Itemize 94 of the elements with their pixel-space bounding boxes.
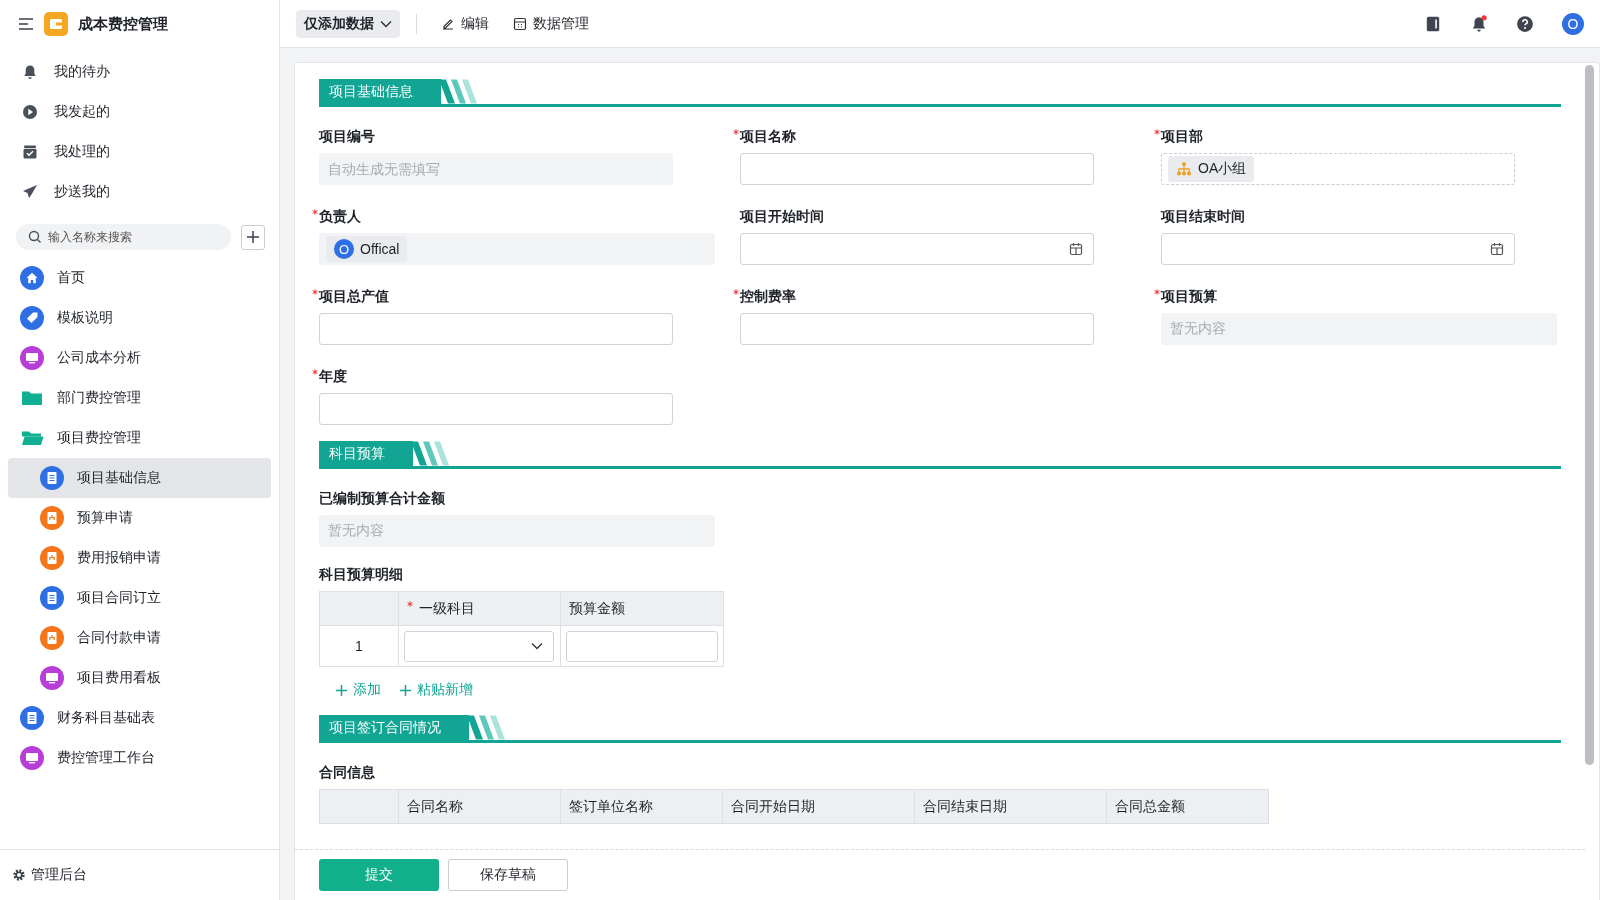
add-button[interactable] [241, 224, 265, 250]
department-field[interactable]: OA小组 [1161, 153, 1515, 185]
tree-item[interactable]: 项目费控管理 [8, 418, 271, 458]
nav-item[interactable]: 我发起的 [0, 92, 279, 132]
input-field[interactable] [740, 313, 1094, 345]
org-chart-icon [1176, 161, 1192, 177]
field-label: 控制费率 [740, 287, 796, 305]
calendar-icon [1069, 242, 1083, 256]
calendar-icon [1490, 242, 1504, 256]
tree-item[interactable]: 费用报销申请 [8, 538, 271, 578]
column-header: 合同开始日期 [731, 797, 815, 814]
edit-button[interactable]: 编辑 [433, 14, 497, 33]
column-header: 合同名称 [407, 797, 463, 814]
flow-icon [40, 626, 64, 650]
app-title: 成本费控管理 [78, 14, 168, 34]
doc-icon [40, 586, 64, 610]
field-label: 项目结束时间 [1161, 207, 1245, 225]
data-manage-button[interactable]: 数据管理 [505, 14, 597, 33]
pencil-icon [441, 16, 455, 31]
admin-link[interactable]: 管理后台 [12, 866, 87, 884]
column-header: 一级科目 [419, 599, 475, 616]
field-label: 年度 [319, 367, 347, 385]
column-header: 合同总金额 [1115, 797, 1185, 814]
search-field[interactable]: 输入名称来搜索 [16, 224, 231, 250]
screen-icon [20, 346, 44, 370]
field-label: 项目开始时间 [740, 207, 824, 225]
department-chip[interactable]: OA小组 [1168, 156, 1255, 182]
search-icon [28, 230, 42, 244]
mode-dropdown[interactable]: 仅添加数据 [296, 9, 400, 38]
tree-item[interactable]: 费控管理工作台 [8, 738, 271, 778]
input-field[interactable] [566, 630, 718, 662]
tree-item[interactable]: 项目基础信息 [8, 458, 271, 498]
row-number: 1 [319, 625, 399, 667]
display-field: 暂无内容 [1161, 313, 1557, 345]
checked-box-icon [22, 144, 38, 160]
field-label: 项目总产值 [319, 287, 389, 305]
gear-icon [12, 868, 26, 882]
field-label: 负责人 [319, 207, 361, 225]
column-header: 预算金额 [569, 599, 625, 616]
tree-item[interactable]: 合同付款申请 [8, 618, 271, 658]
plus-icon [399, 683, 412, 697]
caret-icon [531, 642, 543, 650]
display-field: 暂无内容 [319, 515, 715, 547]
table-icon [513, 16, 527, 31]
table-label: 合同信息 [319, 763, 376, 781]
date-field[interactable] [740, 233, 1094, 265]
table-label: 科目预算明细 [319, 565, 404, 583]
screen-icon [40, 666, 64, 690]
member-field[interactable]: O Offical [319, 233, 715, 265]
scrollbar-thumb[interactable] [1585, 65, 1594, 765]
tree-item[interactable]: 首页 [8, 258, 271, 298]
help-icon[interactable] [1516, 14, 1534, 33]
plus-icon [335, 683, 348, 697]
field-label: 项目名称 [740, 127, 796, 145]
column-header: 合同结束日期 [923, 797, 1007, 814]
caret-icon [380, 19, 392, 28]
select-field[interactable] [404, 630, 554, 662]
tree-item[interactable]: 项目合同订立 [8, 578, 271, 618]
tree-item[interactable]: 公司成本分析 [8, 338, 271, 378]
column-header: 签订单位名称 [569, 797, 653, 814]
plus-icon [246, 230, 260, 244]
nav-item[interactable]: 我处理的 [0, 132, 279, 172]
nav-item[interactable]: 我的待办 [0, 52, 279, 92]
tree-item[interactable]: 项目费用看板 [8, 658, 271, 698]
notebook-icon[interactable] [1424, 14, 1442, 33]
input-field[interactable] [319, 313, 673, 345]
user-avatar[interactable]: O [1562, 12, 1584, 35]
screen-icon [20, 746, 44, 770]
member-chip[interactable]: O Offical [326, 236, 408, 262]
wallet-icon [44, 12, 68, 36]
menu-icon[interactable] [18, 17, 34, 31]
date-field[interactable] [1161, 233, 1515, 265]
flow-icon [40, 546, 64, 570]
save-draft-button[interactable]: 保存草稿 [448, 859, 568, 891]
bell-icon [22, 64, 38, 80]
doc-icon [20, 706, 44, 730]
input-field[interactable] [740, 153, 1094, 185]
flow-icon [40, 506, 64, 530]
field-label: 项目编号 [319, 127, 375, 145]
doc-icon [40, 466, 64, 490]
field-label: 项目部 [1161, 127, 1203, 145]
tree-item[interactable]: 财务科目基础表 [8, 698, 271, 738]
input-field[interactable] [319, 393, 673, 425]
field-label: 项目预算 [1161, 287, 1217, 305]
home-icon [20, 266, 44, 290]
tag-icon [20, 306, 44, 330]
tree-item[interactable]: 部门费控管理 [8, 378, 271, 418]
tree-item[interactable]: 模板说明 [8, 298, 271, 338]
play-icon [22, 104, 38, 120]
nav-item[interactable]: 抄送我的 [0, 172, 279, 212]
field-label: 已编制预算合计金额 [319, 489, 445, 507]
send-icon [22, 184, 38, 200]
tree-item[interactable]: 预算申请 [8, 498, 271, 538]
bell-icon[interactable] [1470, 14, 1488, 33]
